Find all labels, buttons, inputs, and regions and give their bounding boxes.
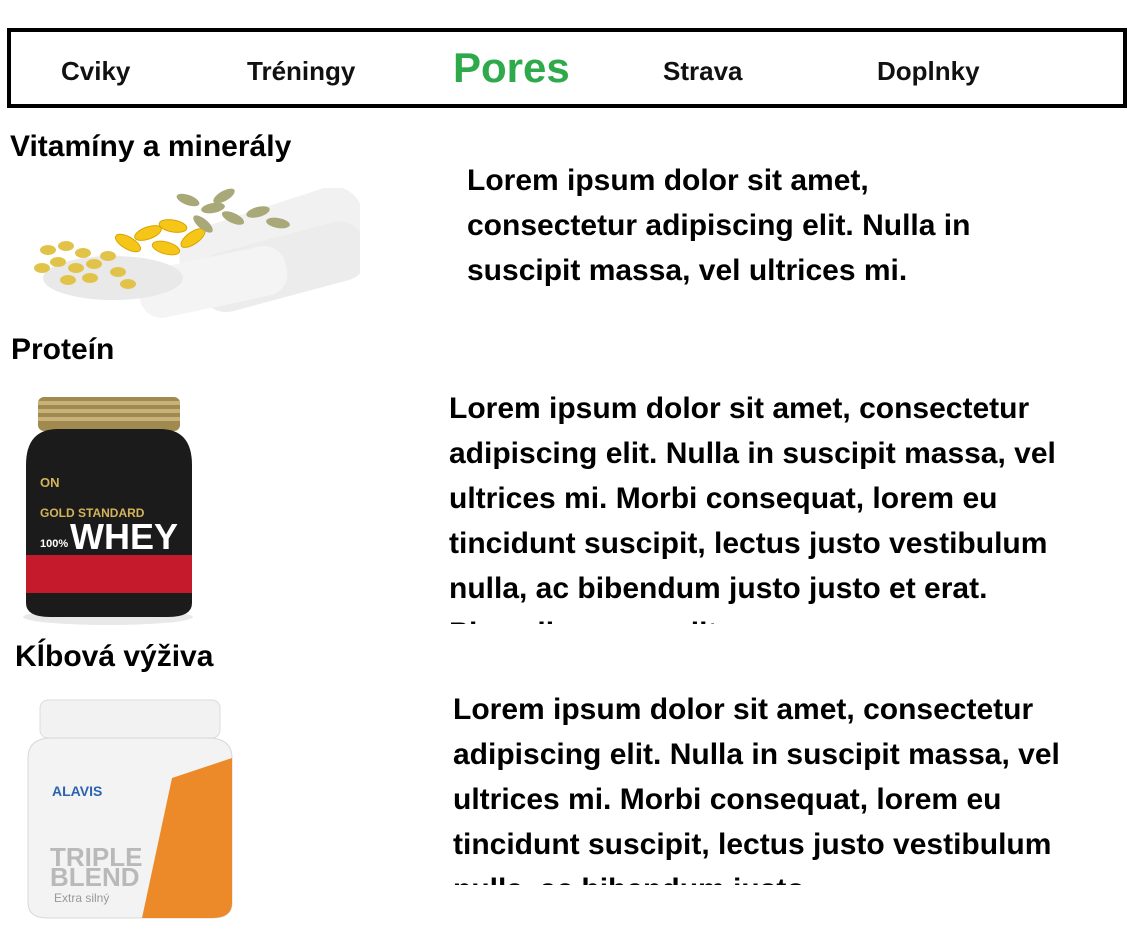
whey-protein-tub-image: ON GOLD STANDARD 100% WHEY xyxy=(18,395,200,625)
nav-item-treningy[interactable]: Tréningy xyxy=(247,56,355,87)
nav-item-pores[interactable]: Pores xyxy=(453,44,570,92)
joint-brand-logo: ALAVIS xyxy=(52,783,102,799)
section-title-protein: Proteín xyxy=(11,333,115,366)
section-text-vitaminy: Lorem ipsum dolor sit amet, consectetur … xyxy=(467,164,984,303)
section-title-vitaminy: Vitamíny a minerály xyxy=(10,130,292,163)
main-navbar: Cviky Tréningy Pores Strava Doplnky xyxy=(7,28,1127,108)
nav-item-strava[interactable]: Strava xyxy=(663,56,743,87)
joint-label-sub: Extra silný xyxy=(54,891,109,905)
protein-brand-logo: ON xyxy=(40,475,60,490)
joint-label-main2: BLEND xyxy=(50,862,140,892)
vitamin-pills-image xyxy=(28,188,360,318)
protein-label-main: WHEY xyxy=(70,516,178,557)
section-text-protein: Lorem ipsum dolor sit amet, consectetur … xyxy=(449,392,1056,624)
section-title-klbova-vyziva: Kĺbová výživa xyxy=(15,640,214,673)
protein-label-prefix: 100% xyxy=(40,538,68,550)
nav-item-doplnky[interactable]: Doplnky xyxy=(877,56,980,87)
section-text-klbova-vyziva: Lorem ipsum dolor sit amet, consectetur … xyxy=(453,693,1060,885)
joint-supplement-tub-image: ALAVIS TRIPLE BLEND Extra silný xyxy=(22,698,238,924)
nav-item-cviky[interactable]: Cviky xyxy=(61,56,130,87)
